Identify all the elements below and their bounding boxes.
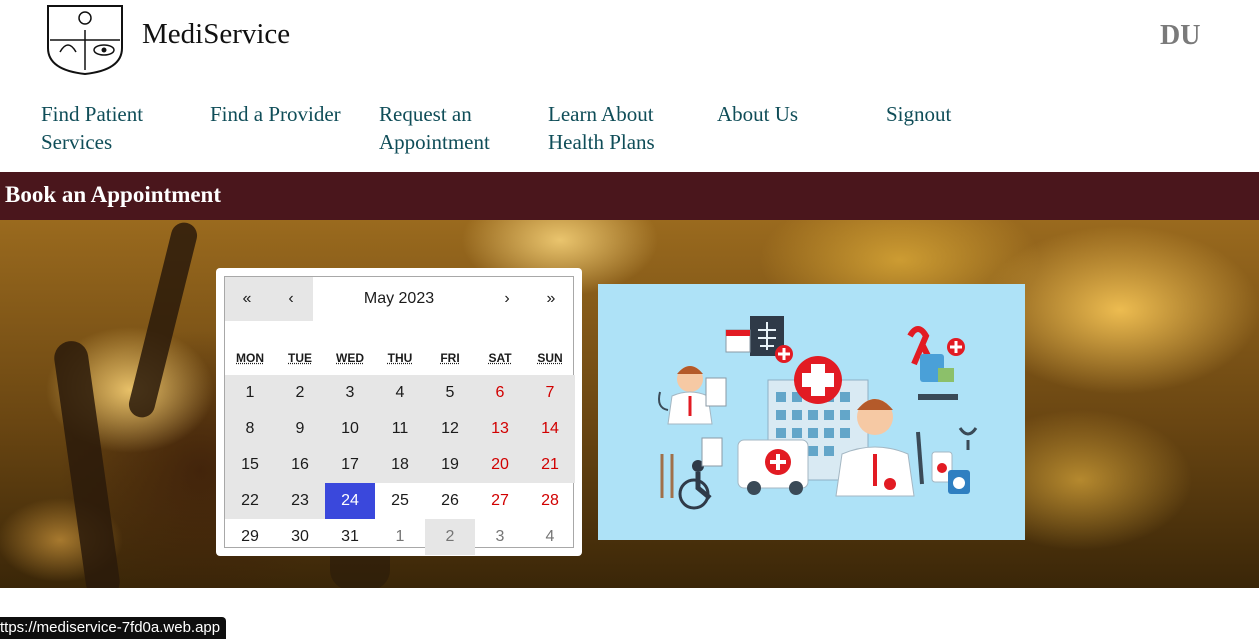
- calendar-day[interactable]: 16: [275, 447, 325, 483]
- weekday-label: FRI: [440, 351, 460, 365]
- calendar-day-next-month[interactable]: 1: [375, 519, 425, 555]
- calendar-day[interactable]: 1: [225, 375, 275, 411]
- medical-illustration: [598, 284, 1025, 540]
- calendar-day[interactable]: 7: [525, 375, 575, 411]
- calendar-day[interactable]: 8: [225, 411, 275, 447]
- header-right-label: DU: [1160, 20, 1201, 51]
- calendar-day[interactable]: 15: [225, 447, 275, 483]
- calendar-day[interactable]: 4: [375, 375, 425, 411]
- calendar-day[interactable]: 20: [475, 447, 525, 483]
- university-logo: [38, 0, 132, 76]
- weekday-label: MON: [236, 351, 264, 365]
- calendar-day[interactable]: 9: [275, 411, 325, 447]
- nav-find-patient-services[interactable]: Find Patient Services: [41, 100, 191, 156]
- page-title-bar: Book an Appointment: [0, 172, 1259, 220]
- calendar-day[interactable]: 10: [325, 411, 375, 447]
- prev-year-button[interactable]: «: [225, 277, 269, 321]
- nav-about-us[interactable]: About Us: [717, 100, 867, 128]
- nav-request-appointment[interactable]: Request an Appointment: [379, 100, 529, 156]
- calendar-day[interactable]: 26: [425, 483, 475, 519]
- calendar-day[interactable]: 28: [525, 483, 575, 519]
- calendar-day[interactable]: 30: [275, 519, 325, 555]
- page-title: Book an Appointment: [5, 182, 222, 207]
- weekday-label: SAT: [488, 351, 512, 365]
- calendar-day[interactable]: 31: [325, 519, 375, 555]
- calendar-day[interactable]: 21: [525, 447, 575, 483]
- calendar-day[interactable]: 23: [275, 483, 325, 519]
- weekday-label: WED: [336, 351, 364, 365]
- calendar-day[interactable]: 29: [225, 519, 275, 555]
- weekday-label: SUN: [537, 351, 563, 365]
- calendar-day-next-month[interactable]: 2: [425, 519, 475, 555]
- calendar-navigation: « ‹ May 2023 › »: [225, 277, 573, 321]
- tree-trunk: [126, 220, 200, 421]
- calendar-day[interactable]: 25: [375, 483, 425, 519]
- calendar-day[interactable]: 27: [475, 483, 525, 519]
- calendar-day[interactable]: 11: [375, 411, 425, 447]
- calendar-day[interactable]: 24: [325, 483, 375, 519]
- calendar-day[interactable]: 17: [325, 447, 375, 483]
- tree-trunk: [52, 338, 122, 588]
- nav-find-a-provider[interactable]: Find a Provider: [210, 100, 360, 128]
- month-label[interactable]: May 2023: [313, 277, 485, 321]
- nav-signout[interactable]: Signout: [886, 100, 1036, 128]
- calendar-day-next-month[interactable]: 4: [525, 519, 575, 555]
- brand-title[interactable]: MediService: [142, 18, 290, 51]
- appointment-calendar: « ‹ May 2023 › » MON TUE WED THU FRI SAT SUN 1…: [216, 268, 582, 556]
- nav-learn-health-plans[interactable]: Learn About Health Plans: [548, 100, 698, 156]
- next-month-button[interactable]: ›: [485, 277, 529, 321]
- calendar-day[interactable]: 22: [225, 483, 275, 519]
- next-year-button[interactable]: »: [529, 277, 573, 321]
- calendar-day[interactable]: 6: [475, 375, 525, 411]
- prev-month-button[interactable]: ‹: [269, 277, 313, 321]
- status-bar-url: ttps://mediservice-7fd0a.web.app: [0, 617, 227, 639]
- calendar-day[interactable]: 13: [475, 411, 525, 447]
- calendar-frame: « ‹ May 2023 › » MON TUE WED THU FRI SAT SUN 1…: [224, 276, 575, 555]
- weekday-label: THU: [387, 351, 413, 365]
- calendar-day-next-month[interactable]: 3: [475, 519, 525, 555]
- calendar-day[interactable]: 12: [425, 411, 475, 447]
- calendar-day[interactable]: 2: [275, 375, 325, 411]
- calendar-day[interactable]: 14: [525, 411, 575, 447]
- calendar-day[interactable]: 5: [425, 375, 475, 411]
- calendar-day[interactable]: 18: [375, 447, 425, 483]
- calendar-day[interactable]: 3: [325, 375, 375, 411]
- weekday-label: TUE: [288, 351, 312, 365]
- calendar-day[interactable]: 19: [425, 447, 475, 483]
